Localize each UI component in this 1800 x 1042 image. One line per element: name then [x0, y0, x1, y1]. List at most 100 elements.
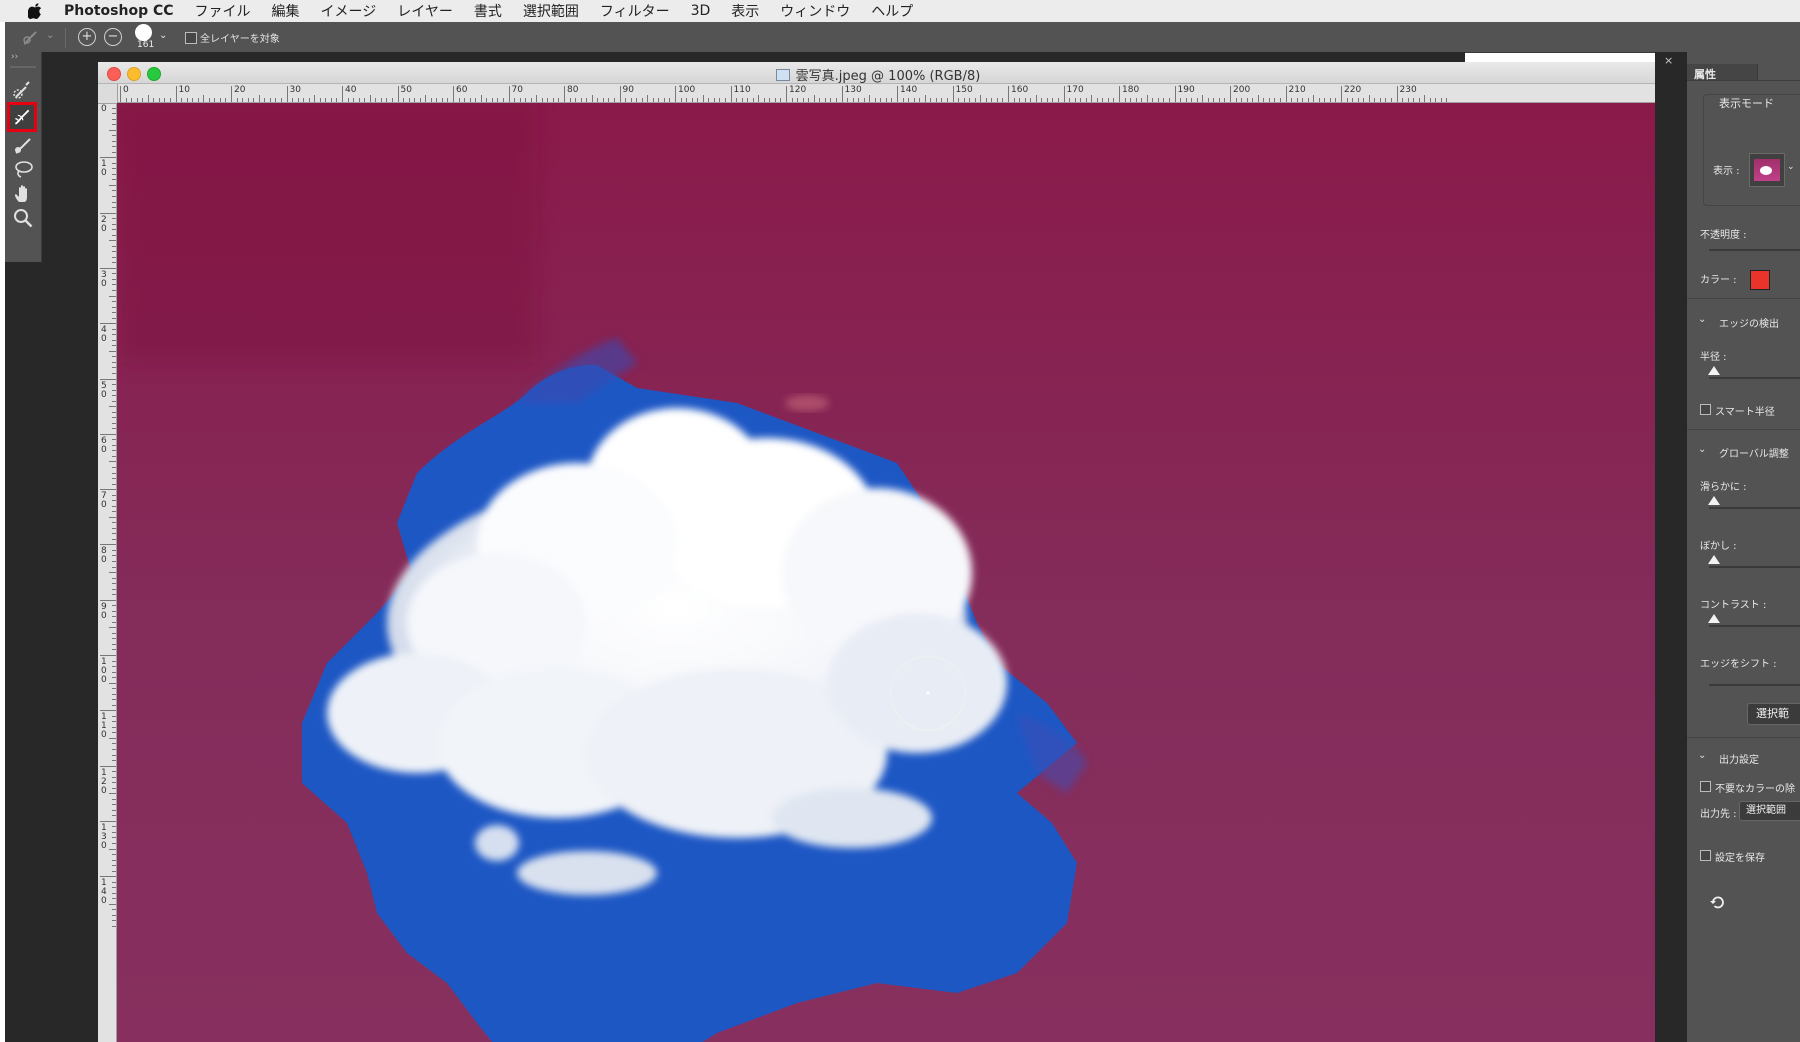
- ruler-minor-tick: [112, 632, 116, 634]
- feather-slider[interactable]: [1709, 566, 1800, 568]
- add-to-selection-icon[interactable]: +: [78, 28, 96, 46]
- ruler-minor-tick: [1035, 95, 1037, 102]
- save-settings-checkbox[interactable]: [1700, 850, 1711, 861]
- output-chevron-icon[interactable]: ⌄: [1698, 750, 1706, 761]
- menu-3d[interactable]: 3D: [691, 3, 711, 19]
- brush-options-chevron-icon[interactable]: ⌄: [159, 30, 167, 41]
- view-mode-chevron-icon[interactable]: ⌄: [1787, 162, 1795, 172]
- ruler-major-tick: [100, 820, 116, 822]
- toolbar-collapse-icon[interactable]: ››: [11, 52, 18, 62]
- ruler-minor-tick: [112, 920, 116, 922]
- tool-preset-icon[interactable]: [21, 27, 43, 47]
- ruler-minor-tick: [314, 95, 316, 102]
- ruler-minor-tick: [112, 251, 116, 253]
- ruler-minor-tick: [686, 98, 688, 102]
- ruler-minor-tick: [669, 98, 671, 102]
- menu-image[interactable]: イメージ: [321, 1, 377, 21]
- menu-file[interactable]: ファイル: [195, 1, 251, 21]
- ruler-h-label: 90: [622, 85, 634, 95]
- brush-tool[interactable]: [11, 134, 35, 158]
- ruler-minor-tick: [1052, 98, 1054, 102]
- ruler-minor-tick: [112, 455, 116, 457]
- document-titlebar: 雲写真.jpeg @ 100% (RGB/8): [98, 62, 1658, 84]
- ruler-minor-tick: [112, 384, 116, 386]
- feather-slider-thumb[interactable]: [1708, 555, 1720, 564]
- color-swatch[interactable]: [1750, 270, 1770, 290]
- ruler-major-tick: [841, 86, 843, 102]
- opacity-slider[interactable]: [1709, 249, 1800, 251]
- subtract-from-selection-icon[interactable]: −: [104, 28, 122, 46]
- decontaminate-checkbox[interactable]: [1700, 781, 1711, 792]
- apple-icon[interactable]: [28, 3, 42, 19]
- ruler-minor-tick: [112, 312, 116, 314]
- ruler-minor-tick: [112, 704, 116, 706]
- close-panel-icon[interactable]: ×: [1664, 54, 1673, 67]
- image-canvas[interactable]: [117, 103, 1658, 1042]
- ruler-minor-tick: [112, 854, 116, 856]
- radius-label: 半径 :: [1700, 352, 1727, 363]
- menu-view[interactable]: 表示: [731, 1, 759, 21]
- ruler-minor-tick: [1296, 98, 1298, 102]
- smooth-slider-thumb[interactable]: [1708, 496, 1720, 505]
- refine-edge-brush-tool[interactable]: [7, 102, 37, 132]
- ruler-minor-tick: [647, 95, 649, 102]
- menu-filter[interactable]: フィルター: [600, 1, 670, 21]
- quick-selection-tool[interactable]: [11, 78, 35, 102]
- ruler-minor-tick: [112, 223, 116, 225]
- output-to-select[interactable]: 選択範囲: [1739, 801, 1800, 821]
- ruler-minor-tick: [112, 837, 116, 839]
- ruler-minor-tick: [597, 98, 599, 102]
- zoom-tool[interactable]: [11, 206, 35, 230]
- ruler-v-label: 2 0: [101, 214, 107, 234]
- ruler-minor-tick: [112, 726, 116, 728]
- menu-edit[interactable]: 編集: [272, 1, 300, 21]
- edge-detection-chevron-icon[interactable]: ⌄: [1698, 314, 1706, 325]
- app-name[interactable]: Photoshop CC: [64, 3, 174, 19]
- ruler-minor-tick: [1213, 98, 1215, 102]
- ruler-major-tick: [1063, 86, 1065, 102]
- radius-slider[interactable]: [1709, 377, 1800, 379]
- ruler-h-label: 170: [1066, 85, 1084, 95]
- reset-icon[interactable]: [1709, 895, 1725, 911]
- ruler-minor-tick: [142, 98, 144, 102]
- ruler-minor-tick: [112, 124, 116, 126]
- ruler-minor-tick: [1385, 98, 1387, 102]
- contrast-slider-thumb[interactable]: [1708, 614, 1720, 623]
- tool-preset-chevron-icon[interactable]: ⌄: [46, 30, 54, 41]
- ruler-minor-tick: [112, 549, 116, 551]
- ruler-minor-tick: [1374, 98, 1376, 102]
- ruler-major-tick: [1119, 86, 1120, 102]
- menu-help[interactable]: ヘルプ: [871, 1, 913, 21]
- menu-layer[interactable]: レイヤー: [397, 1, 453, 21]
- ruler-minor-tick: [602, 98, 604, 102]
- ruler-major-tick: [1341, 86, 1342, 102]
- ruler-minor-tick: [112, 760, 116, 762]
- contrast-slider[interactable]: [1709, 625, 1800, 627]
- ruler-minor-tick: [112, 389, 116, 391]
- smart-radius-checkbox[interactable]: [1700, 404, 1711, 415]
- ruler-minor-tick: [375, 98, 377, 102]
- global-adjust-chevron-icon[interactable]: ⌄: [1698, 444, 1706, 455]
- menu-select[interactable]: 選択範囲: [523, 1, 579, 21]
- lasso-tool[interactable]: [11, 158, 35, 182]
- ruler-minor-tick: [112, 699, 116, 701]
- ruler-origin[interactable]: [98, 84, 118, 104]
- hand-tool[interactable]: [11, 182, 35, 206]
- brush-size-icon[interactable]: [135, 24, 152, 41]
- ruler-minor-tick: [691, 98, 693, 102]
- ruler-minor-tick: [112, 754, 116, 756]
- all-layers-checkbox[interactable]: [185, 32, 197, 44]
- ruler-minor-tick: [247, 98, 249, 102]
- menu-type[interactable]: 書式: [474, 1, 502, 21]
- ruler-minor-tick: [403, 98, 405, 102]
- selection-button[interactable]: 選択範: [1747, 703, 1800, 725]
- ruler-minor-tick: [1413, 98, 1415, 102]
- menu-window[interactable]: ウィンドウ: [780, 1, 850, 21]
- ruler-minor-tick: [280, 98, 282, 102]
- view-mode-thumbnail[interactable]: [1749, 153, 1785, 187]
- shift-edge-slider[interactable]: [1709, 684, 1800, 686]
- radius-slider-thumb[interactable]: [1708, 366, 1720, 375]
- ruler-minor-tick: [1202, 95, 1204, 102]
- ruler-major-tick: [100, 710, 116, 712]
- smooth-slider[interactable]: [1709, 507, 1800, 509]
